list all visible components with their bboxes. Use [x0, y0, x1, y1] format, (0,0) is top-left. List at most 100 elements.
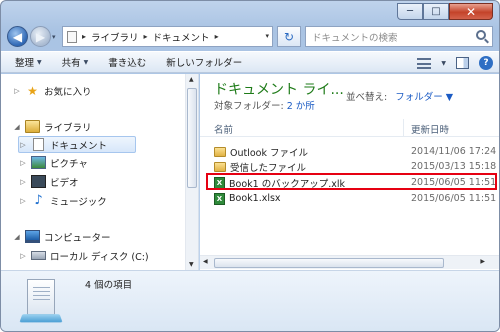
scroll-left-icon[interactable]: ◀ [203, 258, 208, 265]
column-header-modified[interactable]: 更新日時 [411, 122, 449, 136]
arrange-label: 並べ替え: [346, 92, 388, 103]
expand-icon[interactable]: ▷ [19, 252, 27, 260]
tree-item-favorites[interactable]: ▷ ★ お気に入り [13, 82, 91, 99]
breadcrumb-separator[interactable]: ▸ [144, 32, 148, 41]
address-bar[interactable]: ▸ ライブラリ ▸ ドキュメント ▸ ▾ [62, 26, 273, 47]
new-folder-button[interactable]: 新しいフォルダー [166, 55, 242, 69]
pictures-icon [31, 156, 46, 169]
chevron-down-icon: ▼ [37, 58, 42, 66]
organize-menu[interactable]: 整理 ▼ [15, 55, 42, 69]
library-icon [25, 120, 40, 133]
forward-button[interactable]: ▶ [30, 26, 51, 47]
file-row[interactable]: 受信したファイル 2015/03/13 15:18 [210, 159, 499, 174]
breadcrumb-libraries[interactable]: ライブラリ [91, 30, 139, 44]
expand-icon[interactable]: ▷ [19, 197, 27, 205]
tree-item-computer[interactable]: ◢ コンピューター [13, 228, 111, 245]
tree-item-libraries[interactable]: ◢ ライブラリ [13, 118, 92, 135]
excel-file-icon: X [214, 192, 225, 205]
search-input[interactable]: ドキュメントの検索 [305, 26, 493, 47]
view-options-icon[interactable] [417, 57, 432, 69]
column-header-name[interactable]: 名前 [214, 122, 233, 136]
expand-icon[interactable]: ▷ [19, 141, 27, 149]
locations-label: 対象フォルダー: [214, 101, 284, 112]
breadcrumb-documents[interactable]: ドキュメント [153, 30, 210, 44]
file-name-cell: Outlook ファイル [214, 145, 308, 159]
library-title: ドキュメント ライ... [214, 82, 344, 98]
collapse-icon[interactable]: ◢ [13, 233, 21, 241]
organize-label: 整理 [15, 58, 35, 69]
address-row: ◀ ▶ ▾ ▸ ライブラリ ▸ ドキュメント ▸ ▾ ↻ ドキュメントの検索 [1, 23, 499, 49]
item-count: 4 個の項目 [85, 280, 133, 291]
minimize-button[interactable]: ─ [397, 3, 423, 20]
arrange-by: 並べ替え: フォルダー ▼ [346, 89, 453, 103]
drive-icon [31, 251, 46, 260]
tree-item-label: ピクチャ [50, 158, 88, 170]
file-name: Book1.xlsx [229, 193, 281, 204]
file-row[interactable]: Outlook ファイル 2014/11/06 17:24 [210, 144, 499, 159]
folder-icon [214, 161, 226, 172]
file-list-pane: ドキュメント ライ... 対象フォルダー: 2 か所 並べ替え: フォルダー ▼… [200, 74, 499, 270]
share-menu[interactable]: 共有 ▼ [62, 55, 89, 69]
documents-library-icon [19, 279, 63, 325]
scroll-right-icon[interactable]: ▶ [480, 258, 485, 265]
file-name: Outlook ファイル [230, 147, 309, 159]
breadcrumb-separator[interactable]: ▸ [215, 32, 219, 41]
tree-item-music[interactable]: ▷ ♪ ミュージック [19, 192, 107, 209]
scrollbar-thumb[interactable] [214, 258, 444, 268]
nav-pane-scrollbar[interactable]: ▲ ▼ [185, 74, 198, 270]
highlight-box [206, 173, 497, 190]
file-name: 受信したファイル [230, 162, 307, 174]
star-icon: ★ [27, 83, 38, 98]
address-dropdown-icon[interactable]: ▾ [265, 32, 269, 40]
chevron-down-icon: ▼ [83, 58, 89, 66]
tree-item-pictures[interactable]: ▷ ピクチャ [19, 154, 88, 171]
scroll-up-icon[interactable]: ▲ [189, 76, 194, 83]
file-name-cell: 受信したファイル [214, 160, 306, 174]
tree-item-label: ビデオ [50, 177, 79, 189]
help-icon[interactable]: ? [479, 56, 493, 70]
videos-icon [31, 175, 46, 188]
search-icon[interactable] [476, 30, 486, 40]
breadcrumb-separator[interactable]: ▸ [82, 32, 86, 41]
library-page-icon [67, 30, 77, 43]
file-row[interactable]: X Book1.xlsx 2015/06/05 11:51 [210, 191, 499, 206]
command-bar: 整理 ▼ 共有 ▼ 書き込む 新しいフォルダー ▼ ? [1, 51, 499, 73]
scrollbar-thumb[interactable] [187, 88, 197, 188]
burn-button[interactable]: 書き込む [108, 55, 146, 69]
music-icon: ♪ [34, 193, 43, 208]
share-label: 共有 [61, 58, 81, 69]
back-button[interactable]: ◀ [7, 26, 28, 47]
maximize-button[interactable]: □ [423, 3, 449, 20]
details-pane: 4 個の項目 [1, 270, 499, 331]
collapse-icon[interactable]: ◢ [13, 123, 21, 131]
arrange-dropdown[interactable]: フォルダー ▼ [395, 89, 453, 103]
recent-pages-dropdown[interactable]: ▾ [52, 33, 56, 41]
tree-item-documents[interactable]: ▷ ドキュメント [18, 136, 136, 153]
library-locations: 対象フォルダー: 2 か所 [214, 98, 315, 112]
column-headers: 名前 更新日時 [200, 119, 499, 137]
chevron-down-icon[interactable]: ▼ [441, 60, 446, 67]
expand-icon[interactable]: ▷ [19, 178, 27, 186]
tree-item-label: ミュージック [50, 196, 107, 208]
tree-item-label: コンピューター [44, 232, 111, 244]
expand-icon[interactable]: ▷ [19, 159, 27, 167]
column-divider[interactable] [403, 119, 404, 137]
scroll-down-icon[interactable]: ▼ [189, 261, 194, 268]
tree-item-label: ローカル ディスク (C:) [50, 251, 149, 263]
navigation-pane: ▷ ★ お気に入り ◢ ライブラリ ▷ ドキュメント ▷ ピクチャ ▷ ビデオ … [1, 74, 199, 270]
tree-item-label: ライブラリ [44, 122, 92, 134]
tree-item-videos[interactable]: ▷ ビデオ [19, 173, 79, 190]
locations-link[interactable]: 2 か所 [287, 101, 315, 112]
file-date: 2015/03/13 15:18 [411, 161, 497, 172]
view-controls: ▼ ? [417, 56, 493, 70]
horizontal-scrollbar[interactable]: ◀ ▶ [200, 255, 499, 269]
preview-pane-icon[interactable] [456, 57, 469, 69]
search-placeholder: ドキュメントの検索 [312, 32, 398, 44]
file-name-cell: X Book1.xlsx [214, 192, 281, 205]
refresh-button[interactable]: ↻ [277, 26, 301, 47]
tree-item-local-disk[interactable]: ▷ ローカル ディスク (C:) [19, 247, 149, 264]
expand-icon[interactable]: ▷ [13, 87, 21, 95]
close-button[interactable]: ✕ [449, 3, 493, 20]
explorer-window: ─ □ ✕ ◀ ▶ ▾ ▸ ライブラリ ▸ ドキュメント ▸ ▾ ↻ ドキュメン… [0, 0, 500, 332]
computer-icon [25, 230, 40, 243]
